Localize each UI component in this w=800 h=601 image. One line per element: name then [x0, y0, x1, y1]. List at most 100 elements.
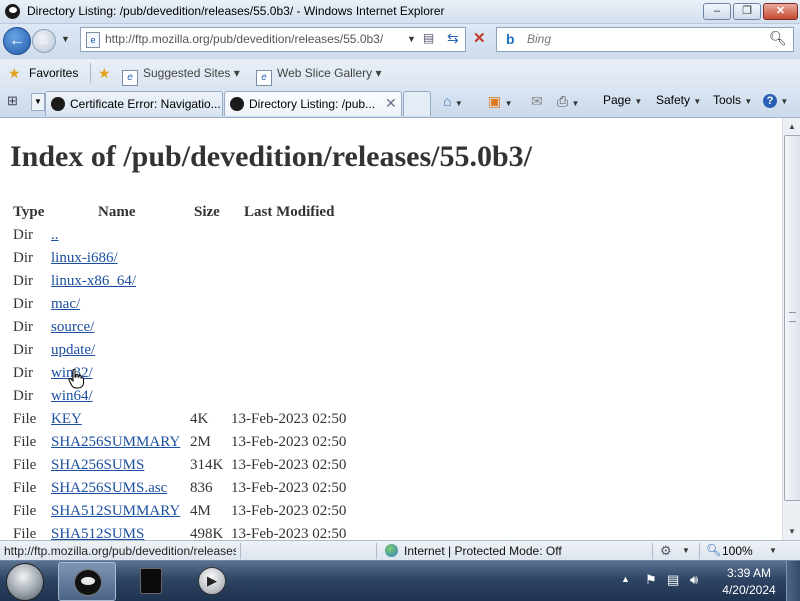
status-url: http://ftp.mozilla.org/pub/devedition/re…	[4, 544, 236, 558]
new-tab-button[interactable]	[403, 91, 431, 116]
zoom-level[interactable]: 100%	[722, 544, 753, 558]
scroll-down-icon[interactable]: ▼	[783, 523, 800, 540]
print-button[interactable]: ⎙ ▼	[557, 93, 579, 110]
page-icon: e	[86, 32, 100, 48]
address-dropdown-icon[interactable]: ▼	[407, 34, 416, 44]
favorites-star-icon[interactable]: ★	[8, 65, 21, 82]
close-tab-icon[interactable]: ✕	[385, 95, 397, 112]
entry-name-link[interactable]: SHA256SUMS.asc	[51, 480, 167, 497]
favorites-button[interactable]: Favorites	[29, 66, 78, 80]
mail-button[interactable]: ✉	[531, 93, 543, 110]
chevron-down-icon: ▼	[780, 97, 789, 106]
quick-tabs-icon[interactable]: ⊞	[7, 93, 25, 109]
zoom-icon[interactable]: 🔍︎	[706, 543, 721, 557]
search-box[interactable]: b Bing 🔍︎	[496, 27, 794, 52]
entry-name-link[interactable]: win64/	[51, 388, 93, 405]
recent-pages-dropdown[interactable]: ▼	[61, 34, 70, 44]
chevron-down-icon: ▼	[634, 97, 643, 106]
favorites-bar: ★ Favorites ★ e Suggested Sites ▾ e Web Sl…	[0, 58, 800, 88]
feeds-button[interactable]: ▣ ▼	[488, 93, 513, 110]
taskbar-media-player-button[interactable]: ▶	[184, 562, 240, 599]
help-button[interactable]: ? ▼	[763, 93, 788, 108]
divider	[90, 63, 91, 83]
tab-directory-listing[interactable]: Directory Listing: /pub... ✕	[224, 91, 402, 116]
tab-certificate-error[interactable]: Certificate Error: Navigatio...	[45, 91, 223, 116]
action-center-flag-icon[interactable]: ⚑	[645, 572, 657, 588]
entry-name-link[interactable]: SHA512SUMMARY	[51, 503, 180, 520]
chevron-down-icon: ▼	[693, 97, 702, 106]
volume-icon[interactable]: 🔊︎	[690, 572, 698, 588]
entry-modified: 13-Feb-2023 02:50	[231, 434, 347, 450]
tools-menu[interactable]: Tools ▼	[713, 93, 752, 107]
entry-type: Dir	[13, 296, 33, 312]
search-icon[interactable]: 🔍︎	[769, 30, 787, 47]
forward-button[interactable]: →	[32, 29, 56, 53]
clock-date[interactable]: 4/20/2024	[715, 583, 783, 597]
compatibility-view-icon[interactable]: ▤	[421, 31, 436, 46]
entry-name-link[interactable]: ..	[51, 227, 59, 244]
entry-name-link[interactable]: update/	[51, 342, 95, 359]
protected-mode-icon[interactable]: ⚙	[660, 543, 672, 559]
print-icon: ⎙	[557, 93, 569, 109]
show-hidden-icons-icon[interactable]: ▲	[621, 574, 630, 584]
taskbar-explorer-button[interactable]	[124, 562, 180, 599]
tab-bar: ⊞ ▼ Certificate Error: Navigatio... Dire…	[0, 87, 800, 118]
home-button[interactable]: ⌂ ▼	[443, 93, 463, 109]
ie-page-icon: e	[256, 70, 272, 86]
listing-row: Dir linux-x86_64/	[10, 273, 410, 293]
maximize-button[interactable]: ❐	[733, 3, 761, 20]
address-bar[interactable]: e http://ftp.mozilla.org/pub/devedition/…	[80, 27, 486, 52]
network-icon[interactable]: ▤	[667, 572, 679, 588]
internet-globe-icon[interactable]	[385, 544, 398, 557]
minimize-button[interactable]: –	[703, 3, 731, 20]
taskbar-ie-button[interactable]	[58, 562, 116, 601]
tab-list-dropdown[interactable]: ▼	[31, 93, 45, 111]
entry-type: Dir	[13, 388, 33, 404]
suggested-sites-label: Suggested Sites ▾	[143, 66, 240, 80]
web-slice-gallery-label: Web Slice Gallery ▾	[277, 66, 382, 80]
page-content[interactable]: Index of /pub/devedition/releases/55.0b3…	[0, 118, 782, 540]
entry-size: 4K	[190, 411, 209, 427]
safety-menu[interactable]: Safety ▼	[656, 93, 701, 107]
entry-type: File	[13, 457, 37, 473]
clock-time[interactable]: 3:39 AM	[715, 566, 783, 580]
entry-modified: 13-Feb-2023 02:50	[231, 411, 347, 427]
search-input[interactable]: Bing	[527, 32, 551, 46]
scroll-grip	[789, 312, 796, 322]
entry-name-link[interactable]: KEY	[51, 411, 82, 428]
entry-name-link[interactable]: linux-i686/	[51, 250, 118, 267]
refresh-icon[interactable]: ⇆	[447, 30, 459, 47]
ie-site-icon	[230, 97, 244, 111]
entry-type: File	[13, 526, 37, 540]
entry-name-link[interactable]: linux-x86_64/	[51, 273, 136, 290]
listing-row: File SHA256SUMS 314K 13-Feb-2023 02:50	[10, 457, 410, 477]
security-zone[interactable]: Internet | Protected Mode: Off	[404, 544, 562, 558]
entry-name-link[interactable]: source/	[51, 319, 94, 336]
mail-icon: ✉	[531, 93, 543, 109]
scroll-thumb[interactable]	[784, 135, 800, 501]
chevron-down-icon[interactable]: ▼	[769, 546, 777, 555]
window-title-bar[interactable]: Directory Listing: /pub/devedition/relea…	[0, 0, 800, 24]
start-button[interactable]	[6, 563, 44, 601]
entry-name-link[interactable]: mac/	[51, 296, 80, 313]
show-desktop-button[interactable]	[786, 561, 800, 601]
entry-name-link[interactable]: SHA256SUMS	[51, 457, 144, 474]
close-window-button[interactable]: ✕	[763, 3, 798, 20]
chevron-down-icon[interactable]: ▼	[682, 546, 690, 555]
divider	[699, 543, 700, 559]
page-menu[interactable]: Page ▼	[603, 93, 642, 107]
entry-name-link[interactable]: SHA512SUMS	[51, 526, 144, 540]
divider	[652, 543, 653, 559]
chevron-down-icon: ▼	[744, 97, 753, 106]
entry-name-link[interactable]: SHA256SUMMARY	[51, 434, 180, 451]
back-button[interactable]: ←	[3, 27, 31, 55]
entry-size: 2M	[190, 434, 211, 450]
stop-icon[interactable]: ✕	[473, 29, 486, 47]
add-to-favorites-icon[interactable]: ★	[98, 65, 111, 82]
entry-size: 836	[190, 480, 213, 496]
vertical-scrollbar[interactable]: ▲ ▼	[782, 118, 800, 540]
address-input[interactable]: http://ftp.mozilla.org/pub/devedition/re…	[105, 32, 383, 46]
web-slice-gallery-link[interactable]: e Web Slice Gallery ▾	[256, 66, 382, 86]
suggested-sites-link[interactable]: e Suggested Sites ▾	[122, 66, 240, 86]
scroll-up-icon[interactable]: ▲	[783, 118, 800, 135]
